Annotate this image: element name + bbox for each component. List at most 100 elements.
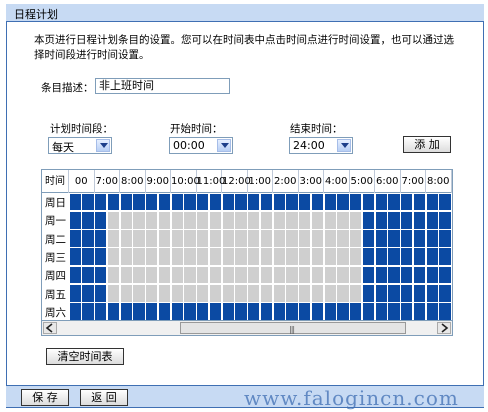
schedule-cell[interactable] bbox=[375, 248, 387, 266]
schedule-cell[interactable] bbox=[248, 248, 260, 266]
schedule-cell[interactable] bbox=[439, 193, 451, 211]
schedule-cell[interactable] bbox=[146, 248, 158, 266]
schedule-cell[interactable] bbox=[375, 230, 387, 247]
schedule-cell[interactable] bbox=[426, 230, 438, 247]
schedule-cell[interactable] bbox=[362, 193, 374, 211]
schedule-cell[interactable] bbox=[209, 266, 221, 284]
schedule-cell[interactable] bbox=[235, 303, 247, 320]
schedule-cell[interactable] bbox=[209, 230, 221, 247]
schedule-cell[interactable] bbox=[171, 230, 183, 247]
schedule-cell[interactable] bbox=[426, 303, 438, 320]
schedule-cell[interactable] bbox=[350, 285, 362, 302]
schedule-cell[interactable] bbox=[197, 303, 209, 320]
schedule-cell[interactable] bbox=[286, 303, 298, 320]
schedule-cell[interactable] bbox=[286, 230, 298, 247]
chevron-down-icon[interactable] bbox=[96, 139, 110, 152]
schedule-cell[interactable] bbox=[120, 211, 132, 229]
schedule-cell[interactable] bbox=[388, 303, 400, 320]
schedule-cell[interactable] bbox=[82, 211, 94, 229]
schedule-cell[interactable] bbox=[197, 211, 209, 229]
schedule-cell[interactable] bbox=[158, 285, 170, 302]
schedule-cell[interactable] bbox=[375, 285, 387, 302]
schedule-cell[interactable] bbox=[311, 266, 323, 284]
schedule-cell[interactable] bbox=[171, 248, 183, 266]
schedule-cell[interactable] bbox=[235, 248, 247, 266]
schedule-cell[interactable] bbox=[337, 193, 349, 211]
schedule-cell[interactable] bbox=[120, 193, 132, 211]
schedule-cell[interactable] bbox=[388, 211, 400, 229]
schedule-cell[interactable] bbox=[375, 193, 387, 211]
schedule-cell[interactable] bbox=[120, 303, 132, 320]
schedule-cell[interactable] bbox=[439, 211, 451, 229]
schedule-cell[interactable] bbox=[362, 230, 374, 247]
schedule-cell[interactable] bbox=[324, 248, 336, 266]
schedule-cell[interactable] bbox=[401, 285, 413, 302]
schedule-cell[interactable] bbox=[273, 266, 285, 284]
end-time-select[interactable]: 24:00 bbox=[289, 137, 353, 154]
schedule-cell[interactable] bbox=[235, 266, 247, 284]
schedule-cell[interactable] bbox=[324, 303, 336, 320]
schedule-cell[interactable] bbox=[133, 193, 145, 211]
schedule-cell[interactable] bbox=[158, 248, 170, 266]
entry-description-input[interactable]: 非上班时间 bbox=[95, 78, 230, 94]
schedule-cell[interactable] bbox=[311, 303, 323, 320]
schedule-cell[interactable] bbox=[401, 303, 413, 320]
schedule-cell[interactable] bbox=[260, 230, 272, 247]
schedule-cell[interactable] bbox=[235, 193, 247, 211]
schedule-cell[interactable] bbox=[133, 211, 145, 229]
schedule-cell[interactable] bbox=[286, 193, 298, 211]
schedule-cell[interactable] bbox=[401, 266, 413, 284]
schedule-cell[interactable] bbox=[311, 248, 323, 266]
schedule-cell[interactable] bbox=[426, 193, 438, 211]
schedule-cell[interactable] bbox=[286, 248, 298, 266]
schedule-cell[interactable] bbox=[388, 193, 400, 211]
schedule-cell[interactable] bbox=[337, 211, 349, 229]
schedule-cell[interactable] bbox=[337, 248, 349, 266]
schedule-cell[interactable] bbox=[426, 266, 438, 284]
schedule-cell[interactable] bbox=[95, 211, 107, 229]
schedule-cell[interactable] bbox=[82, 266, 94, 284]
schedule-cell[interactable] bbox=[426, 211, 438, 229]
schedule-cell[interactable] bbox=[82, 193, 94, 211]
schedule-cell[interactable] bbox=[439, 285, 451, 302]
schedule-cell[interactable] bbox=[82, 230, 94, 247]
schedule-cell[interactable] bbox=[209, 285, 221, 302]
schedule-cell[interactable] bbox=[133, 303, 145, 320]
chevron-down-icon[interactable] bbox=[337, 139, 351, 152]
schedule-cell[interactable] bbox=[248, 266, 260, 284]
schedule-cell[interactable] bbox=[184, 211, 196, 229]
schedule-cell[interactable] bbox=[388, 248, 400, 266]
schedule-cell[interactable] bbox=[362, 266, 374, 284]
schedule-cell[interactable] bbox=[107, 230, 119, 247]
schedule-cell[interactable] bbox=[362, 211, 374, 229]
save-button[interactable]: 保 存 bbox=[21, 389, 69, 406]
schedule-cell[interactable] bbox=[107, 266, 119, 284]
schedule-cell[interactable] bbox=[273, 248, 285, 266]
schedule-cell[interactable] bbox=[95, 303, 107, 320]
schedule-cell[interactable] bbox=[248, 303, 260, 320]
schedule-cell[interactable] bbox=[413, 211, 425, 229]
schedule-cell[interactable] bbox=[95, 285, 107, 302]
schedule-cell[interactable] bbox=[82, 303, 94, 320]
schedule-cell[interactable] bbox=[273, 285, 285, 302]
schedule-cell[interactable] bbox=[299, 266, 311, 284]
schedule-cell[interactable] bbox=[260, 266, 272, 284]
scroll-thumb[interactable]: ||| bbox=[180, 322, 406, 334]
schedule-horizontal-scrollbar[interactable]: ||| bbox=[41, 321, 453, 336]
schedule-cell[interactable] bbox=[222, 211, 234, 229]
schedule-cell[interactable] bbox=[273, 230, 285, 247]
schedule-cell[interactable] bbox=[299, 193, 311, 211]
schedule-cell[interactable] bbox=[337, 285, 349, 302]
schedule-cell[interactable] bbox=[222, 285, 234, 302]
schedule-cell[interactable] bbox=[337, 303, 349, 320]
schedule-cell[interactable] bbox=[401, 248, 413, 266]
schedule-cell[interactable] bbox=[299, 230, 311, 247]
schedule-cell[interactable] bbox=[413, 303, 425, 320]
schedule-cell[interactable] bbox=[158, 266, 170, 284]
schedule-cell[interactable] bbox=[120, 248, 132, 266]
schedule-cell[interactable] bbox=[324, 211, 336, 229]
schedule-cell[interactable] bbox=[286, 266, 298, 284]
period-select[interactable]: 每天 bbox=[48, 137, 112, 154]
schedule-cell[interactable] bbox=[413, 230, 425, 247]
schedule-cell[interactable] bbox=[69, 230, 81, 247]
